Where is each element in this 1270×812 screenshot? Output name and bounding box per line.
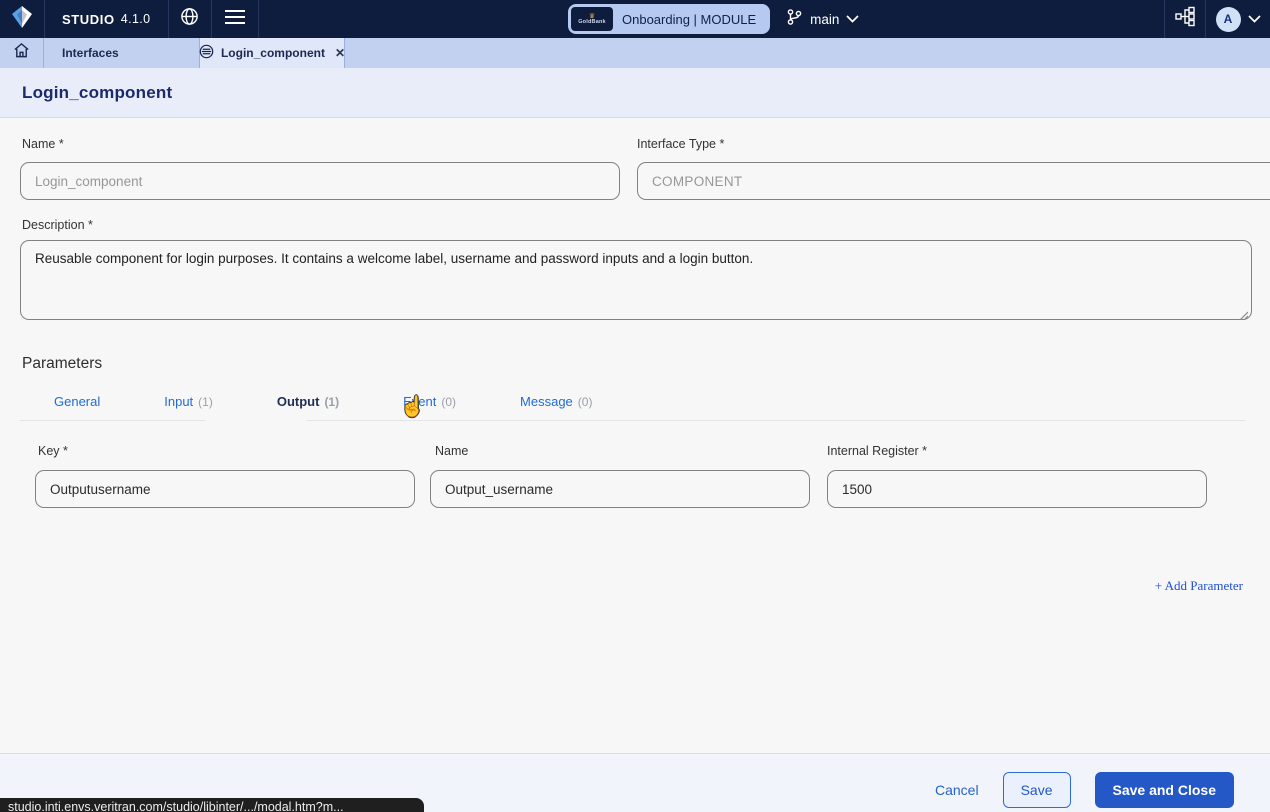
org-chart-icon xyxy=(1175,6,1196,32)
param-name-input[interactable] xyxy=(430,470,810,508)
cancel-button[interactable]: Cancel xyxy=(935,782,979,798)
name-label: Name * xyxy=(22,137,64,151)
branch-selector[interactable]: main xyxy=(786,8,859,31)
save-button[interactable]: Save xyxy=(1003,772,1071,808)
tab-count: (1) xyxy=(324,395,339,409)
param-tab-message[interactable]: Message (0) xyxy=(520,394,592,409)
hamburger-icon xyxy=(225,10,245,29)
app-logo[interactable] xyxy=(0,0,44,38)
tab-count: (0) xyxy=(441,395,456,409)
title-band: Login_component xyxy=(0,68,1270,118)
interface-type-label: Interface Type * xyxy=(637,137,724,151)
context-badge-label: Onboarding | MODULE xyxy=(622,12,756,27)
tabs-underline xyxy=(20,420,205,421)
key-input[interactable] xyxy=(35,470,415,508)
interface-type-input[interactable] xyxy=(637,162,1270,200)
globe-icon xyxy=(180,7,199,31)
tab-label: Login_component xyxy=(221,46,325,60)
chevron-down-icon xyxy=(846,10,859,28)
interface-icon xyxy=(199,44,214,62)
param-tab-general[interactable]: General xyxy=(54,394,100,409)
user-menu[interactable]: A xyxy=(1206,0,1270,38)
key-label: Key * xyxy=(38,444,68,458)
goldbank-logo: ♛ GoldBank xyxy=(571,7,613,31)
document-tabstrip: Interfaces Login_component ✕ xyxy=(0,38,1270,68)
nav-center: ♛ GoldBank Onboarding | MODULE main xyxy=(568,0,859,38)
name-input[interactable] xyxy=(20,162,620,200)
hierarchy-button[interactable] xyxy=(1165,0,1205,38)
brand-name: STUDIO xyxy=(62,12,115,27)
param-tab-event[interactable]: Event (0) xyxy=(403,394,456,409)
parameter-tabs: General Input (1) Output (1) Event (0) M… xyxy=(54,394,592,409)
save-and-close-button[interactable]: Save and Close xyxy=(1095,772,1235,808)
tab-count: (1) xyxy=(198,395,213,409)
home-icon xyxy=(13,42,30,64)
description-textarea[interactable]: Reusable component for login purposes. I… xyxy=(20,240,1252,320)
add-parameter-link[interactable]: + Add Parameter xyxy=(1155,578,1243,594)
param-tab-input[interactable]: Input (1) xyxy=(164,394,213,409)
goldbank-logo-text: GoldBank xyxy=(578,20,606,26)
brand-version: 4.1.0 xyxy=(121,12,151,26)
veritran-logo-icon xyxy=(12,6,32,33)
tab-interfaces[interactable]: Interfaces xyxy=(44,38,200,68)
internal-register-input[interactable] xyxy=(827,470,1207,508)
project-context-badge[interactable]: ♛ GoldBank Onboarding | MODULE xyxy=(568,4,770,34)
description-label: Description * xyxy=(22,218,93,232)
tabs-underline xyxy=(307,420,1245,421)
chevron-down-icon xyxy=(1248,10,1261,28)
avatar: A xyxy=(1216,7,1241,32)
top-navbar: STUDIO 4.1.0 ♛ GoldBank Onboarding | MOD… xyxy=(0,0,1270,38)
page-title: Login_component xyxy=(22,83,172,103)
main-menu-button[interactable] xyxy=(212,0,258,38)
divider xyxy=(258,0,259,38)
git-branch-icon xyxy=(786,8,803,31)
param-name-label: Name xyxy=(435,444,468,458)
brand: STUDIO 4.1.0 xyxy=(45,0,168,38)
internal-register-label: Internal Register * xyxy=(827,444,927,458)
nav-right: A xyxy=(1164,0,1270,38)
tab-login-component[interactable]: Login_component ✕ xyxy=(200,38,345,68)
branch-name: main xyxy=(810,12,839,27)
language-button[interactable] xyxy=(169,0,211,38)
close-icon[interactable]: ✕ xyxy=(335,46,345,60)
home-button[interactable] xyxy=(0,38,44,68)
param-tab-output[interactable]: Output (1) xyxy=(277,394,339,409)
tab-count: (0) xyxy=(578,395,593,409)
parameters-heading: Parameters xyxy=(22,355,102,373)
tab-label: Interfaces xyxy=(62,46,119,60)
link-preview-statusbar: studio.inti.envs.veritran.com/studio/lib… xyxy=(0,798,424,812)
resize-handle-icon[interactable] xyxy=(1238,307,1248,325)
